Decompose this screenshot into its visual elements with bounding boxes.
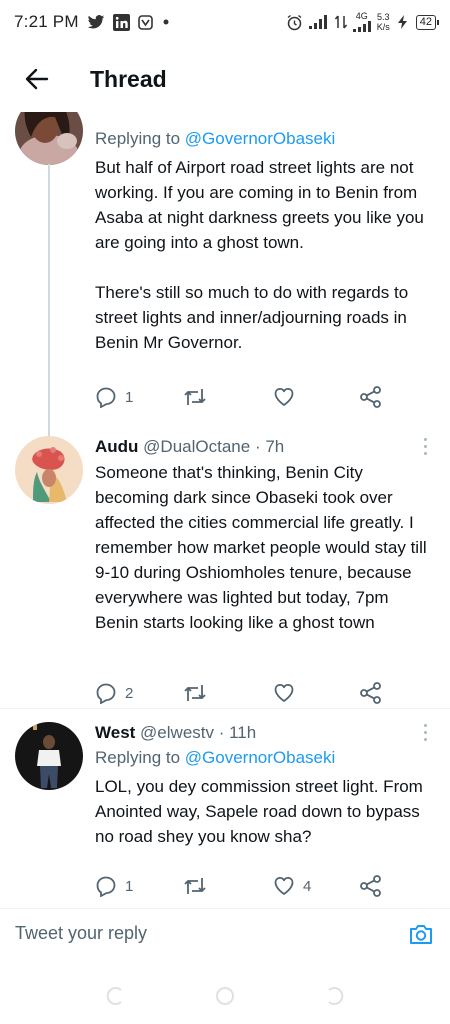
reply-prefix: Replying to bbox=[95, 748, 181, 767]
more-options-button[interactable] bbox=[422, 438, 428, 458]
retweet-button[interactable] bbox=[183, 682, 215, 704]
network-type: 4G bbox=[355, 11, 368, 21]
tweet-text: Someone that's thinking, Benin City beco… bbox=[95, 463, 427, 632]
tweet-3[interactable]: West @elwestv · 11h Replying to @Governo… bbox=[0, 710, 450, 907]
system-nav-bar bbox=[0, 968, 450, 1024]
reply-input[interactable]: Tweet your reply bbox=[15, 923, 407, 944]
tweet-time: · 11h bbox=[218, 723, 257, 742]
status-bar: 7:21 PM 4G 5.3 K/s 42 bbox=[0, 0, 450, 44]
reply-count: 2 bbox=[125, 684, 134, 702]
tweet-time: · 7h bbox=[254, 437, 285, 456]
nav-home-icon bbox=[216, 987, 234, 1005]
like-button[interactable]: 4 bbox=[273, 875, 311, 897]
tweet-actions: 2 bbox=[95, 682, 395, 708]
reply-icon bbox=[96, 387, 116, 408]
signal-icon-2 bbox=[352, 21, 371, 32]
twitter-icon bbox=[87, 14, 105, 30]
reply-icon bbox=[96, 683, 116, 704]
network-speed-unit: K/s bbox=[376, 22, 390, 32]
charging-icon bbox=[396, 15, 410, 29]
nav-home-button[interactable] bbox=[215, 986, 235, 1006]
nav-menu-button[interactable] bbox=[105, 986, 125, 1006]
author-handle[interactable]: @elwestv bbox=[140, 723, 214, 742]
tweet-text: LOL, you dey commission street light. Fr… bbox=[95, 777, 423, 846]
tweet-1[interactable]: Replying to @GovernorObaseki But half of… bbox=[0, 112, 450, 476]
like-button[interactable] bbox=[273, 386, 303, 408]
share-button[interactable] bbox=[359, 875, 383, 897]
heart-icon bbox=[274, 876, 294, 895]
reply-composer: Tweet your reply bbox=[0, 908, 450, 958]
share-button[interactable] bbox=[359, 386, 383, 408]
share-icon bbox=[360, 386, 381, 408]
reply-icon bbox=[96, 876, 116, 897]
avatar[interactable] bbox=[15, 722, 83, 790]
author-name[interactable]: Audu bbox=[95, 437, 138, 456]
status-time: 7:21 PM bbox=[14, 12, 79, 31]
back-button[interactable] bbox=[22, 64, 52, 94]
network-speed-value: 5.3 bbox=[376, 12, 390, 22]
reply-button[interactable]: 1 bbox=[95, 386, 133, 408]
share-button[interactable] bbox=[359, 682, 383, 704]
app-header: Thread bbox=[0, 46, 450, 112]
reply-button[interactable]: 2 bbox=[95, 682, 133, 704]
signal-icon bbox=[308, 15, 329, 29]
thread-timeline[interactable]: Replying to @GovernorObaseki But half of… bbox=[0, 112, 450, 907]
dot-icon bbox=[161, 17, 171, 27]
data-icon bbox=[334, 15, 347, 29]
tweet-meta: Audu @DualOctane · 7h bbox=[95, 436, 432, 458]
heart-icon bbox=[274, 387, 294, 406]
reply-count: 1 bbox=[125, 388, 134, 406]
like-button[interactable] bbox=[273, 682, 303, 704]
reply-button[interactable]: 1 bbox=[95, 875, 133, 897]
retweet-button[interactable] bbox=[183, 386, 215, 408]
share-icon bbox=[360, 875, 381, 897]
avatar[interactable] bbox=[15, 112, 83, 165]
linkedin-icon bbox=[112, 13, 130, 31]
retweet-icon bbox=[184, 685, 206, 701]
back-arrow-icon bbox=[25, 68, 49, 90]
reply-handle-link[interactable]: @GovernorObaseki bbox=[185, 129, 336, 148]
battery-icon: 42 bbox=[415, 14, 440, 30]
battery-level: 42 bbox=[419, 15, 432, 28]
retweet-button[interactable] bbox=[183, 875, 215, 897]
nav-menu-icon bbox=[106, 987, 122, 1005]
reply-count: 1 bbox=[125, 877, 134, 895]
author-handle[interactable]: @DualOctane bbox=[143, 437, 250, 456]
tweet-text: But half of Airport road street lights a… bbox=[95, 158, 424, 352]
reply-handle-link[interactable]: @GovernorObaseki bbox=[185, 748, 336, 767]
reply-context: Replying to @GovernorObaseki bbox=[95, 747, 432, 769]
share-icon bbox=[360, 682, 381, 704]
tweet-actions: 1 4 bbox=[95, 875, 395, 901]
reply-prefix: Replying to bbox=[95, 129, 181, 148]
alarm-icon bbox=[286, 14, 303, 31]
tweet-2[interactable]: Audu @DualOctane · 7h Someone that's thi… bbox=[0, 424, 450, 709]
like-count: 4 bbox=[303, 877, 312, 895]
reply-context: Replying to @GovernorObaseki bbox=[95, 128, 432, 150]
heart-icon bbox=[274, 683, 294, 702]
tweet-divider bbox=[0, 708, 450, 709]
tweet-meta: West @elwestv · 11h bbox=[95, 722, 432, 744]
retweet-icon bbox=[184, 878, 206, 894]
camera-icon bbox=[410, 924, 432, 944]
more-options-button[interactable] bbox=[422, 724, 428, 744]
vpn-icon bbox=[137, 14, 153, 30]
nav-back-icon bbox=[328, 987, 344, 1005]
avatar[interactable] bbox=[15, 436, 83, 504]
author-name[interactable]: West bbox=[95, 723, 135, 742]
retweet-icon bbox=[184, 389, 206, 405]
camera-button[interactable] bbox=[407, 920, 435, 948]
nav-back-button[interactable] bbox=[325, 986, 345, 1006]
tweet-actions: 1 bbox=[95, 386, 395, 412]
page-title: Thread bbox=[90, 65, 167, 92]
